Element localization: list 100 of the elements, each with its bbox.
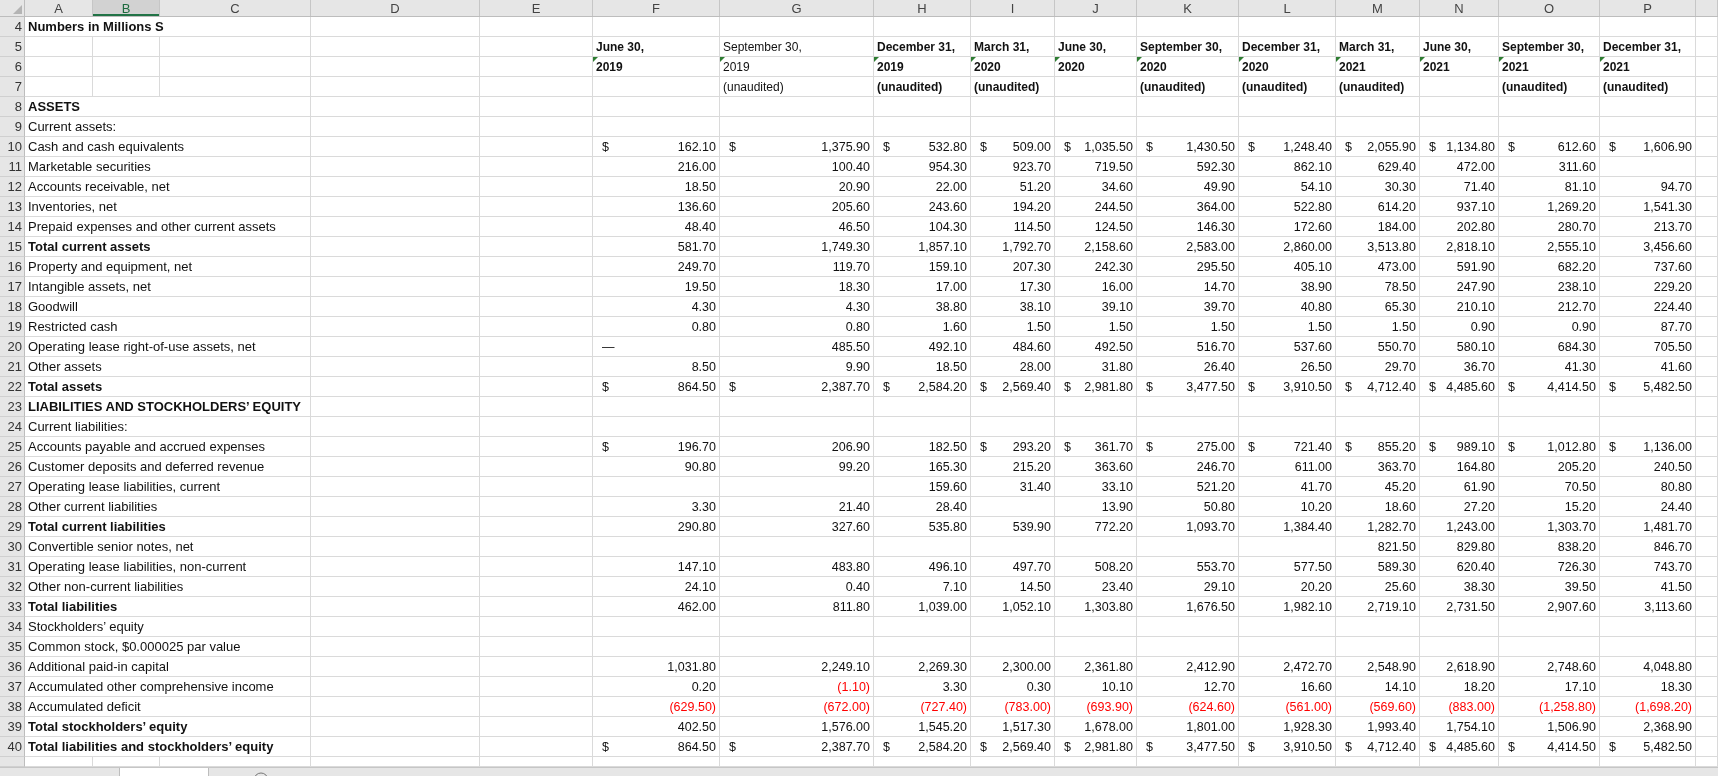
table-cell: 0.80 <box>720 317 874 337</box>
row-number[interactable]: 14 <box>0 217 25 237</box>
table-cell: 492.50 <box>1055 337 1137 357</box>
row-number[interactable]: 7 <box>0 77 25 97</box>
row-number[interactable]: 6 <box>0 57 25 77</box>
row-number[interactable]: 32 <box>0 577 25 597</box>
row-number[interactable]: 28 <box>0 497 25 517</box>
table-cell: 22.00 <box>874 177 971 197</box>
row-number[interactable]: 10 <box>0 137 25 157</box>
row-number[interactable]: 30 <box>0 537 25 557</box>
table-cell: 18.60 <box>1336 497 1420 517</box>
table-cell: 821.50 <box>1336 537 1420 557</box>
table-cell: 2,368.90 <box>1600 717 1696 737</box>
row-number[interactable]: 39 <box>0 717 25 737</box>
table-cell: 497.70 <box>971 557 1055 577</box>
row-number[interactable]: 31 <box>0 557 25 577</box>
table-cell: 18.30 <box>720 277 874 297</box>
row-number[interactable]: 16 <box>0 257 25 277</box>
table-cell: 592.30 <box>1137 157 1239 177</box>
row-number[interactable]: 35 <box>0 637 25 657</box>
currency-symbol: $ <box>1344 439 1352 454</box>
cell-value: 3,477.50 <box>1186 379 1235 394</box>
row-number[interactable]: 21 <box>0 357 25 377</box>
table-cell: 2,618.90 <box>1420 657 1499 677</box>
currency-symbol: $ <box>1145 379 1153 394</box>
table-cell: 39.50 <box>1499 577 1600 597</box>
table-cell: 18.30 <box>1600 677 1696 697</box>
table-cell: 553.70 <box>1137 557 1239 577</box>
column-header[interactable]: B <box>93 0 160 16</box>
row-number[interactable]: 22 <box>0 377 25 397</box>
row-number[interactable]: 26 <box>0 457 25 477</box>
period-note: (unaudited) <box>1339 79 1405 94</box>
row-number[interactable]: 34 <box>0 617 25 637</box>
table-cell: (1.10) <box>720 677 874 697</box>
table-cell: 99.20 <box>720 457 874 477</box>
period-date: December 31, <box>877 39 956 54</box>
row-number[interactable]: 24 <box>0 417 25 437</box>
table-cell: 1.50 <box>1336 317 1420 337</box>
table-cell: 1,243.00 <box>1420 517 1499 537</box>
table-cell: 838.20 <box>1499 537 1600 557</box>
row-number[interactable]: 12 <box>0 177 25 197</box>
table-cell <box>1696 277 1718 297</box>
select-all-icon[interactable] <box>13 5 22 14</box>
cell-value: 2,584.20 <box>918 739 967 754</box>
table-cell: 205.60 <box>720 197 874 217</box>
table-cell: 159.60 <box>874 477 971 497</box>
table-cell: 473.00 <box>1336 257 1420 277</box>
table-cell: 15.20 <box>1499 497 1600 517</box>
table-cell: 71.40 <box>1420 177 1499 197</box>
row-number[interactable]: 40 <box>0 737 25 757</box>
table-cell: 1.60 <box>874 317 971 337</box>
row-number[interactable]: 18 <box>0 297 25 317</box>
row-label: Stockholders’ equity <box>25 617 311 637</box>
table-cell: 3,456.60 <box>1600 237 1696 257</box>
row-number[interactable]: 25 <box>0 437 25 457</box>
row-number[interactable]: 20 <box>0 337 25 357</box>
row-number[interactable]: 23 <box>0 397 25 417</box>
currency-symbol: $ <box>1247 739 1255 754</box>
row-number[interactable]: 11 <box>0 157 25 177</box>
table-cell: 1.50 <box>1055 317 1137 337</box>
row-number[interactable]: 13 <box>0 197 25 217</box>
table-cell <box>25 37 93 57</box>
currency-symbol: $ <box>1344 139 1352 154</box>
table-cell: 159.10 <box>874 257 971 277</box>
cell-value: 1,606.90 <box>1643 139 1692 154</box>
table-cell: 17.00 <box>874 277 971 297</box>
table-cell: 581.70 <box>593 237 720 257</box>
table-cell: 100.40 <box>720 157 874 177</box>
table-cell: 18.20 <box>1420 677 1499 697</box>
row-number[interactable]: 17 <box>0 277 25 297</box>
table-cell: 205.20 <box>1499 457 1600 477</box>
row-header[interactable] <box>0 757 25 767</box>
table-cell: 78.50 <box>1336 277 1420 297</box>
row-number[interactable]: 36 <box>0 657 25 677</box>
table-cell: 726.30 <box>1499 557 1600 577</box>
row-number[interactable]: 37 <box>0 677 25 697</box>
table-cell: 30.30 <box>1336 177 1420 197</box>
table-cell: 496.10 <box>874 557 971 577</box>
row-number[interactable]: 8 <box>0 97 25 117</box>
row-number[interactable]: 38 <box>0 697 25 717</box>
table-cell: 9.90 <box>720 357 874 377</box>
row-number[interactable]: 4 <box>0 17 25 37</box>
table-cell: 539.90 <box>971 517 1055 537</box>
row-number[interactable]: 19 <box>0 317 25 337</box>
row-number[interactable]: 29 <box>0 517 25 537</box>
cell-value: 4,414.50 <box>1547 739 1596 754</box>
table-cell: 1,928.30 <box>1239 717 1336 737</box>
row-label: Common stock, $0.000025 par value <box>25 637 311 657</box>
table-cell <box>1696 237 1718 257</box>
row-number[interactable]: 15 <box>0 237 25 257</box>
table-cell: 923.70 <box>971 157 1055 177</box>
row-number[interactable]: 5 <box>0 37 25 57</box>
row-number[interactable]: 33 <box>0 597 25 617</box>
row-number[interactable]: 27 <box>0 477 25 497</box>
cell-value: 196.70 <box>677 439 716 454</box>
table-cell <box>1696 517 1718 537</box>
table-cell: 26.50 <box>1239 357 1336 377</box>
table-cell: 7.10 <box>874 577 971 597</box>
table-cell: 772.20 <box>1055 517 1137 537</box>
row-number[interactable]: 9 <box>0 117 25 137</box>
